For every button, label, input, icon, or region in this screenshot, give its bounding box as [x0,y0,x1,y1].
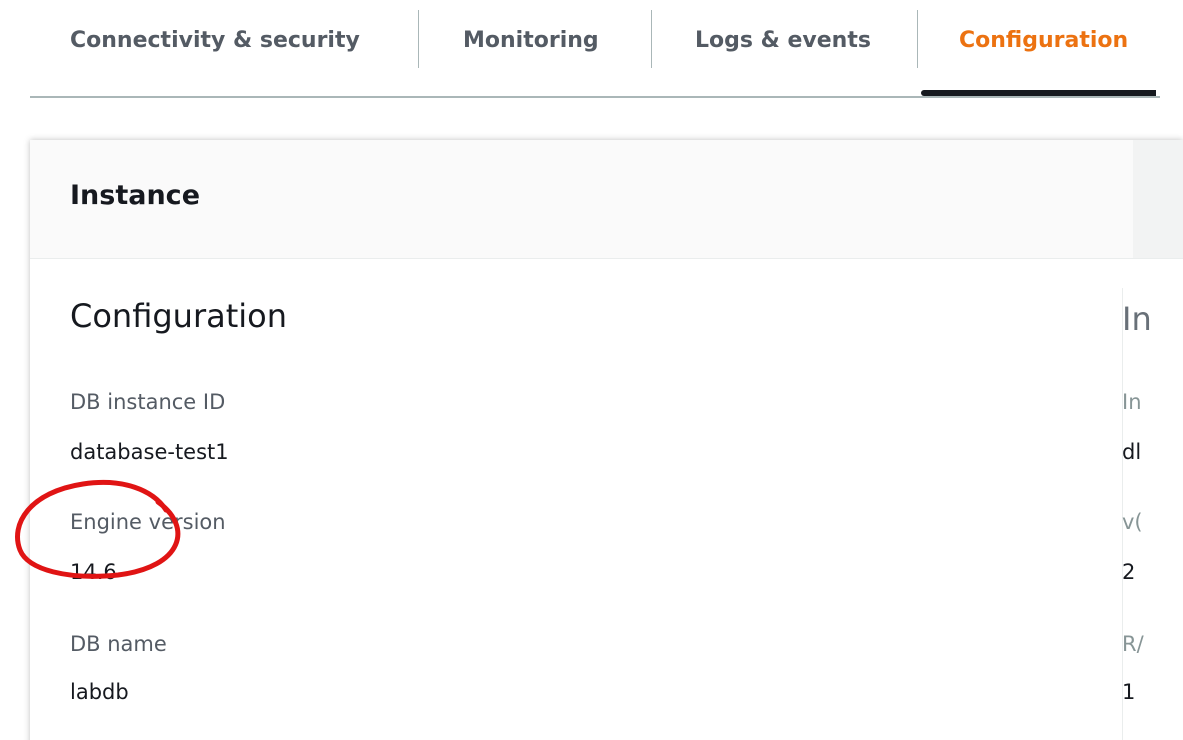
tab-connectivity-security[interactable]: Connectivity & security [70,16,360,66]
tabs-baseline [30,96,1160,98]
page: Connectivity & security Monitoring Logs … [0,0,1183,740]
instance-panel: Instance Configuration DB instance ID da… [30,140,1183,740]
field-label-db-name: DB name [70,632,167,656]
right-field-label: In [1122,390,1142,414]
right-field-value: 2 [1122,560,1136,584]
panel-title: Instance [70,180,201,211]
right-field-label: R/ [1122,632,1144,656]
right-section-title: In [1122,300,1152,338]
right-field-value: dl [1122,440,1142,464]
panel-header: Instance [30,140,1183,259]
field-label-db-instance-id: DB instance ID [70,390,226,414]
panel-header-edge [1133,140,1183,258]
highlight-circle [15,479,181,579]
tab-divider [651,10,652,68]
tab-configuration[interactable]: Configuration [959,16,1128,66]
right-field-label: v( [1122,510,1143,534]
field-value-db-instance-id: database-test1 [70,440,229,464]
tab-monitoring[interactable]: Monitoring [463,16,599,66]
tab-bar: Connectivity & security Monitoring Logs … [0,0,1183,98]
active-tab-indicator [921,90,1156,96]
tab-divider [917,10,918,68]
tab-divider [418,10,419,68]
right-field-value: 1 [1122,680,1136,704]
section-title: Configuration [70,297,288,335]
tab-logs-events[interactable]: Logs & events [695,16,871,66]
field-value-db-name: labdb [70,680,129,704]
